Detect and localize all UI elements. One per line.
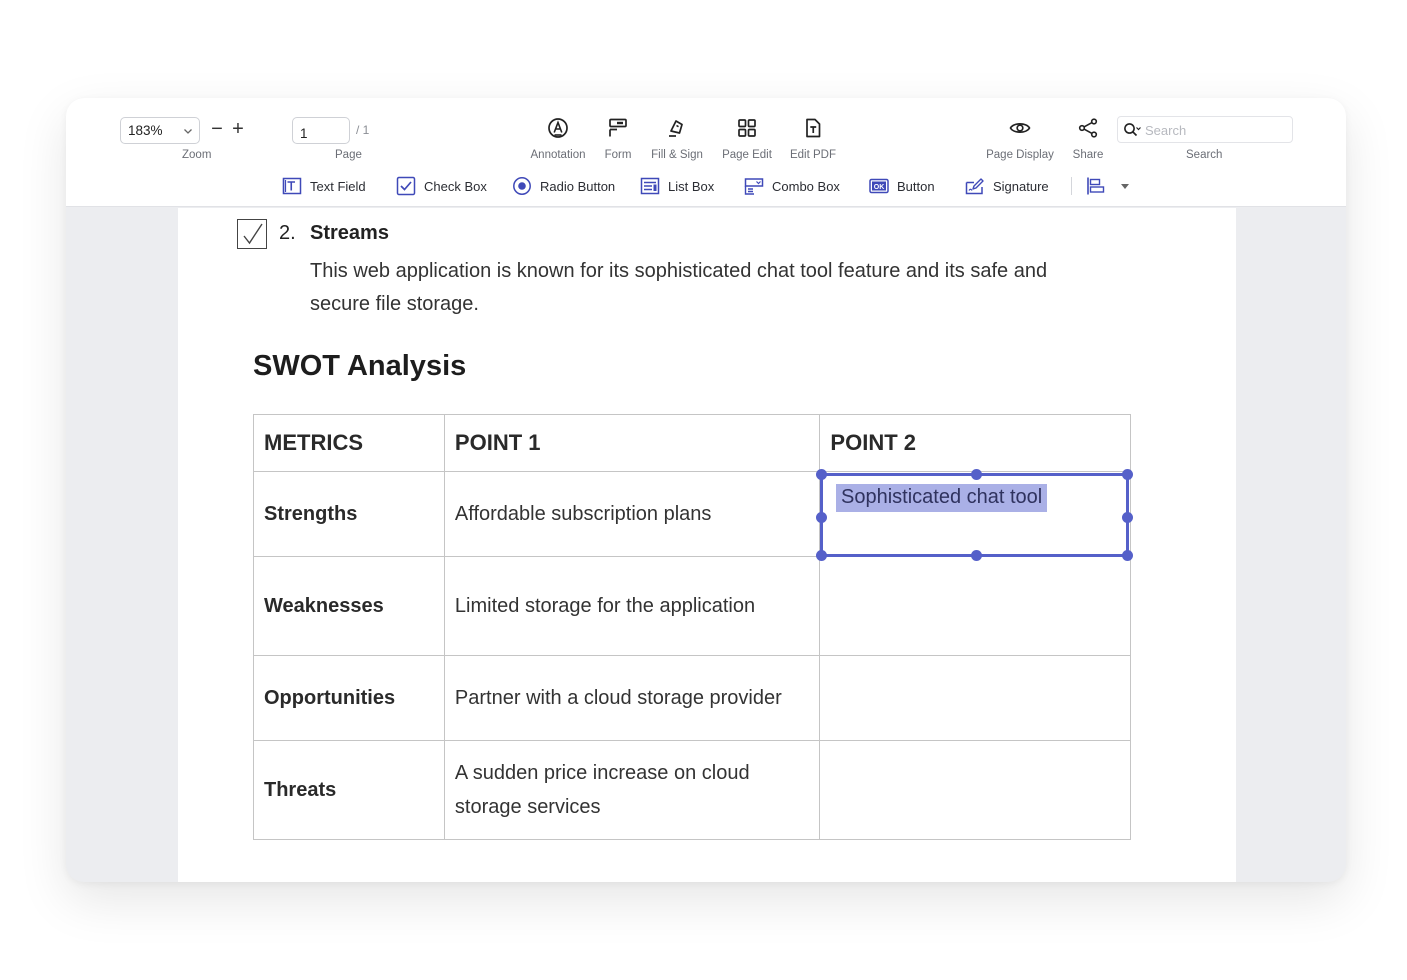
chevron-down-icon (184, 129, 192, 134)
search-box[interactable] (1117, 116, 1293, 143)
column-header: METRICS (253, 414, 445, 472)
point1-cell: A sudden price increase on cloud storage… (443, 740, 821, 840)
table-row: Opportunities Partner with a cloud stora… (253, 655, 1131, 741)
align-tool[interactable] (1086, 174, 1130, 198)
page-number-input[interactable] (292, 117, 350, 144)
page-total: / 1 (356, 123, 370, 137)
page-edit-label: Page Edit (722, 149, 772, 161)
combo-box-icon (744, 178, 764, 195)
zoom-in-button[interactable]: + (229, 118, 247, 140)
selected-field-text[interactable]: Sophisticated chat tool (836, 484, 1048, 512)
list-box-tool[interactable]: List Box (640, 174, 714, 198)
resize-handle-left[interactable] (816, 512, 827, 523)
fill-sign-label: Fill & Sign (651, 149, 703, 161)
point2-cell (819, 655, 1131, 741)
toolbar: 183% − + Zoom / 1 Page Annotation Form (66, 98, 1346, 207)
check-box-tool[interactable]: Check Box (396, 174, 487, 198)
page-display-label: Page Display (986, 149, 1054, 161)
list-item-description: This web application is known for its so… (310, 260, 1048, 315)
radio-button-tool[interactable]: Radio Button (512, 174, 615, 198)
page-display-button[interactable]: Page Display (983, 116, 1057, 166)
edit-pdf-button[interactable]: Edit PDF (787, 116, 839, 166)
search-input[interactable] (1145, 121, 1285, 139)
radio-button-icon (513, 177, 531, 195)
share-icon (1078, 118, 1098, 138)
share-button[interactable]: Share (1070, 116, 1106, 166)
point1-cell: Affordable subscription plans (443, 471, 821, 557)
page-label: Page (335, 149, 362, 161)
table-header-row: METRICS POINT 1 POINT 2 (253, 414, 1131, 472)
page-edit-button[interactable]: Page Edit (719, 116, 775, 166)
resize-handle-bottom[interactable] (971, 550, 982, 561)
metric-cell: Weaknesses (253, 556, 445, 656)
toolbar-divider (1071, 177, 1072, 195)
share-label: Share (1072, 149, 1104, 161)
list-item-number: 2. (279, 222, 296, 244)
zoom-select[interactable]: 183% (120, 117, 200, 144)
button-icon: OK (869, 178, 889, 194)
list-box-icon (640, 177, 660, 195)
signature-icon (965, 178, 984, 195)
metric-cell: Opportunities (253, 655, 445, 741)
caret-down-icon[interactable] (1120, 181, 1130, 191)
zoom-value: 183% (128, 123, 163, 138)
metric-cell: Threats (253, 740, 445, 840)
button-tool[interactable]: OK Button (869, 174, 935, 198)
edit-pdf-label: Edit PDF (789, 149, 836, 161)
zoom-label: Zoom (182, 149, 212, 161)
resize-handle-top-right[interactable] (1122, 469, 1133, 480)
signature-tool[interactable]: Signature (965, 174, 1049, 198)
combo-box-tool[interactable]: Combo Box (744, 174, 840, 198)
checkbox-field[interactable] (237, 219, 267, 249)
column-header: POINT 2 (819, 414, 1131, 472)
selected-text-field[interactable]: Sophisticated chat tool (816, 469, 1133, 561)
annotation-button[interactable]: Annotation (528, 116, 588, 166)
form-icon (609, 118, 627, 137)
resize-handle-top[interactable] (971, 469, 982, 480)
point1-cell: Partner with a cloud storage provider (443, 655, 821, 741)
fill-sign-icon (669, 120, 683, 137)
resize-handle-bottom-left[interactable] (816, 550, 827, 561)
page-edit-icon (738, 119, 756, 137)
annotation-icon (548, 118, 568, 138)
button-tool-label: Button (897, 178, 935, 194)
fill-sign-button[interactable]: Fill & Sign (648, 116, 706, 166)
signature-label: Signature (993, 178, 1049, 194)
metric-cell: Strengths (253, 471, 445, 557)
checkmark-icon (243, 223, 263, 245)
resize-handle-top-left[interactable] (816, 469, 827, 480)
resize-handle-bottom-right[interactable] (1122, 550, 1133, 561)
svg-text:OK: OK (874, 184, 885, 191)
table-row: Threats A sudden price increase on cloud… (253, 740, 1131, 840)
point1-cell: Limited storage for the application (443, 556, 821, 656)
search-icon (1124, 123, 1141, 137)
app-window: 183% − + Zoom / 1 Page Annotation Form (66, 98, 1346, 882)
list-item-title: Streams (310, 222, 389, 244)
radio-button-label: Radio Button (540, 178, 616, 194)
section-heading: SWOT Analysis (253, 350, 467, 382)
point2-cell (819, 556, 1131, 656)
annotation-label: Annotation (530, 149, 586, 161)
point2-cell (819, 740, 1131, 840)
edit-pdf-icon (806, 118, 821, 138)
search-label: Search (1186, 149, 1223, 161)
text-field-icon (282, 177, 302, 195)
check-box-label: Check Box (424, 178, 487, 194)
form-label: Form (604, 149, 632, 161)
align-icon (1087, 177, 1105, 195)
resize-handle-right[interactable] (1122, 512, 1133, 523)
document-page: 2. Streams This web application is known… (178, 208, 1236, 882)
text-field-tool[interactable]: Text Field (282, 174, 366, 198)
check-box-icon (396, 176, 416, 196)
column-header: POINT 1 (443, 414, 821, 472)
combo-box-label: Combo Box (772, 178, 840, 194)
table-row: Weaknesses Limited storage for the appli… (253, 556, 1131, 656)
text-field-label: Text Field (310, 178, 366, 194)
form-button[interactable]: Form (599, 116, 637, 166)
list-box-label: List Box (668, 178, 715, 194)
zoom-out-button[interactable]: − (208, 118, 226, 140)
page-display-icon (1009, 123, 1031, 133)
